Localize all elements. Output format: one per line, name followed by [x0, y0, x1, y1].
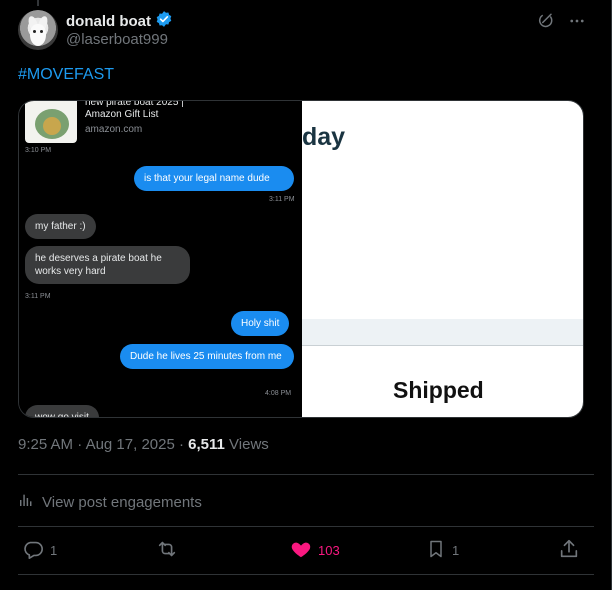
receipt-band: [302, 319, 583, 345]
like-button[interactable]: 103: [290, 538, 340, 563]
chat-screenshot[interactable]: new pirate boat 2025 | Amazon Gift List …: [19, 101, 302, 417]
product-domain: amazon.com: [85, 124, 143, 135]
product-title-line2: Amazon Gift List: [85, 109, 159, 120]
views-label: Views: [229, 436, 269, 453]
chat-bubble-received: my father :): [25, 214, 96, 239]
shipping-status: Shipped: [393, 377, 484, 403]
avatar[interactable]: [18, 10, 58, 50]
like-count: 103: [318, 543, 340, 558]
display-name[interactable]: donald boat: [66, 13, 151, 30]
divider: [18, 574, 594, 575]
divider: [18, 526, 594, 527]
message-time: 3:11 PM: [269, 196, 295, 203]
receipt-heading-fragment: day: [302, 123, 346, 151]
chat-bubble-received: he deserves a pirate boat he works very …: [25, 246, 190, 284]
message-time: 3:10 PM: [25, 147, 52, 154]
post-header-actions: [536, 12, 586, 35]
views-count: 6,511: [188, 436, 225, 453]
view-engagements-link[interactable]: View post engagements: [18, 492, 202, 512]
bookmark-icon: [426, 538, 446, 563]
product-thumbnail: [25, 101, 77, 143]
product-title-line1: new pirate boat 2025 |: [85, 100, 184, 108]
order-status-screenshot[interactable]: day Shipped: [302, 101, 583, 417]
thread-connector: [37, 0, 39, 6]
separator: ·: [178, 436, 184, 453]
divider: [18, 474, 594, 475]
chat-bubble-sent: is that your legal name dude: [134, 166, 294, 191]
post-timestamp: 9:25 AM · Aug 17, 2025 · 6,511 Views: [18, 436, 269, 453]
separator: ·: [77, 436, 83, 453]
bookmark-count: 1: [452, 543, 460, 558]
analytics-icon: [18, 492, 34, 512]
repost-button[interactable]: [156, 538, 184, 563]
reply-icon: [22, 538, 44, 563]
bookmark-button[interactable]: 1: [426, 538, 459, 563]
receipt-divider: [302, 345, 583, 346]
message-time: 4:08 PM: [265, 390, 292, 397]
post-time[interactable]: 9:25 AM: [18, 436, 73, 453]
verified-badge-icon: [155, 10, 173, 33]
engagements-label: View post engagements: [42, 493, 202, 511]
message-time: 3:11 PM: [25, 293, 51, 300]
post-date[interactable]: Aug 17, 2025: [86, 436, 175, 453]
chat-bubble-sent: Holy shit: [231, 311, 290, 336]
reply-count: 1: [50, 543, 58, 558]
chat-bubble-received: wow go visit: [25, 405, 99, 417]
media-attachment[interactable]: new pirate boat 2025 | Amazon Gift List …: [18, 100, 584, 418]
hashtag-link[interactable]: #MOVEFAST: [18, 66, 114, 84]
reply-button[interactable]: 1: [22, 538, 57, 563]
share-button[interactable]: [558, 538, 580, 563]
more-icon[interactable]: [568, 12, 586, 35]
share-icon: [558, 538, 580, 563]
like-icon: [290, 538, 312, 563]
grok-icon[interactable]: [536, 12, 554, 35]
author-handle[interactable]: @laserboat999: [66, 31, 168, 48]
chat-bubble-sent: Dude he lives 25 minutes from me: [120, 344, 294, 369]
repost-icon: [156, 538, 178, 563]
author-name-row[interactable]: donald boat: [66, 10, 173, 33]
